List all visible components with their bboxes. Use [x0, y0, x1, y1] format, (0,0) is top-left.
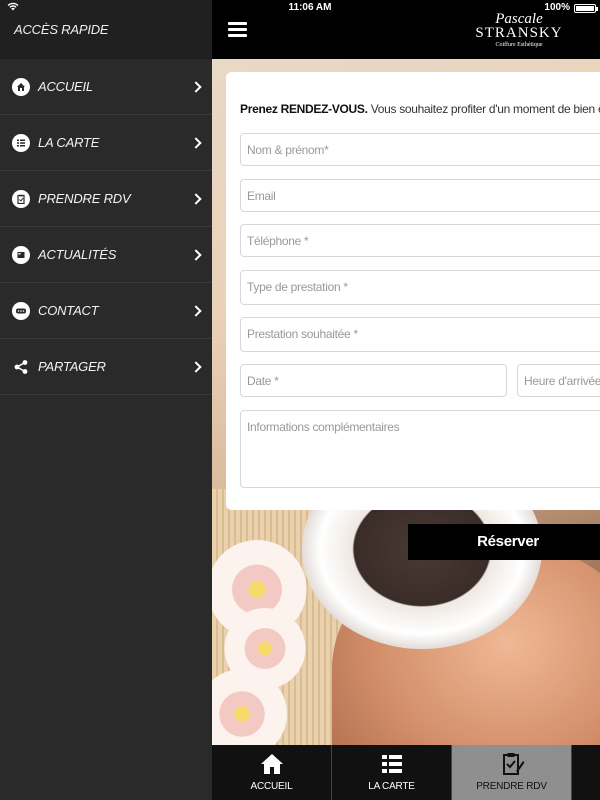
arrival-time-placeholder: Heure d'arrivée *	[524, 374, 600, 388]
tab-label: PRENDRE RDV	[476, 781, 547, 792]
news-icon	[12, 246, 30, 264]
logo-subtitle: Coiffure Esthétique	[495, 42, 543, 48]
status-time: 11:06 AM	[288, 2, 332, 13]
home-icon	[259, 751, 285, 777]
chevron-right-icon	[190, 81, 202, 93]
sidebar-item-accueil[interactable]: ACCUEIL	[0, 59, 212, 115]
email-field[interactable]: Email	[240, 179, 600, 212]
chevron-right-icon	[190, 137, 202, 149]
sidebar-item-label: PRENDRE RDV	[38, 191, 131, 206]
service-type-select[interactable]: Type de prestation *	[240, 270, 600, 305]
sidebar-item-label: CONTACT	[38, 303, 99, 318]
service-placeholder: Prestation souhaitée *	[247, 327, 358, 341]
tab-prendre-rdv[interactable]: PRENDRE RDV	[452, 745, 572, 800]
date-field[interactable]: Date *	[240, 364, 507, 397]
list-icon	[12, 134, 30, 152]
booking-form-card: Prenez RENDEZ-VOUS. Vous souhaitez profi…	[226, 72, 600, 510]
sidebar-item-label: LA CARTE	[38, 135, 100, 150]
sidebar-item-actualites[interactable]: ACTUALITÉS	[0, 227, 212, 283]
contact-icon	[12, 302, 30, 320]
status-bar: 11:06 AM 100%	[0, 0, 600, 16]
main-content: Pascale STRANSKY Coiffure Esthétique Pre…	[212, 0, 600, 800]
tab-accueil[interactable]: ACCUEIL	[212, 745, 332, 800]
tab-label: LA CARTE	[368, 781, 415, 792]
service-type-placeholder: Type de prestation *	[247, 280, 348, 294]
chevron-right-icon	[190, 249, 202, 261]
bottom-tab-bar: ACCUEIL LA CARTE PRENDRE RDV	[212, 745, 600, 800]
form-intro-heading: Prenez RENDEZ-VOUS.	[240, 102, 368, 116]
form-intro: Prenez RENDEZ-VOUS. Vous souhaitez profi…	[240, 102, 600, 116]
date-placeholder: Date *	[247, 374, 279, 388]
battery-percentage: 100%	[544, 2, 570, 13]
clipboard-icon	[12, 190, 30, 208]
additional-info-placeholder: Informations complémentaires	[247, 420, 400, 434]
sidebar: ACCÈS RAPIDE ACCUEIL LA CARTE PRENDRE RD…	[0, 0, 212, 800]
sidebar-item-la-carte[interactable]: LA CARTE	[0, 115, 212, 171]
sidebar-title: ACCÈS RAPIDE	[14, 22, 109, 37]
chevron-right-icon	[190, 305, 202, 317]
service-select[interactable]: Prestation souhaitée *	[240, 317, 600, 352]
reserve-button[interactable]: Réserver	[408, 524, 600, 560]
sidebar-item-label: ACCUEIL	[38, 79, 93, 94]
phone-placeholder: Téléphone *	[247, 234, 309, 248]
logo-name: STRANSKY	[475, 25, 563, 41]
list-icon	[379, 751, 405, 777]
brand-logo: Pascale STRANSKY Coiffure Esthétique	[474, 12, 564, 56]
additional-info-textarea[interactable]: Informations complémentaires	[240, 410, 600, 488]
chevron-right-icon	[190, 361, 202, 373]
sidebar-item-partager[interactable]: PARTAGER	[0, 339, 212, 395]
form-intro-text: Vous souhaitez profiter d'un moment de b…	[370, 102, 600, 116]
tab-more[interactable]	[572, 745, 600, 800]
arrival-time-field[interactable]: Heure d'arrivée *	[517, 364, 600, 397]
tab-label: ACCUEIL	[250, 781, 293, 792]
name-placeholder: Nom & prénom*	[247, 143, 329, 157]
sidebar-item-label: PARTAGER	[38, 359, 106, 374]
sidebar-item-prendre-rdv[interactable]: PRENDRE RDV	[0, 171, 212, 227]
chevron-right-icon	[190, 193, 202, 205]
sidebar-item-label: ACTUALITÉS	[38, 247, 117, 262]
home-icon	[12, 78, 30, 96]
email-placeholder: Email	[247, 189, 276, 203]
phone-field[interactable]: Téléphone *	[240, 224, 600, 257]
hamburger-menu-icon[interactable]	[228, 22, 247, 37]
sidebar-item-contact[interactable]: CONTACT	[0, 283, 212, 339]
share-icon	[12, 358, 30, 376]
battery-icon	[574, 4, 598, 13]
clipboard-icon	[499, 751, 525, 777]
name-field[interactable]: Nom & prénom*	[240, 133, 600, 166]
tab-la-carte[interactable]: LA CARTE	[332, 745, 452, 800]
